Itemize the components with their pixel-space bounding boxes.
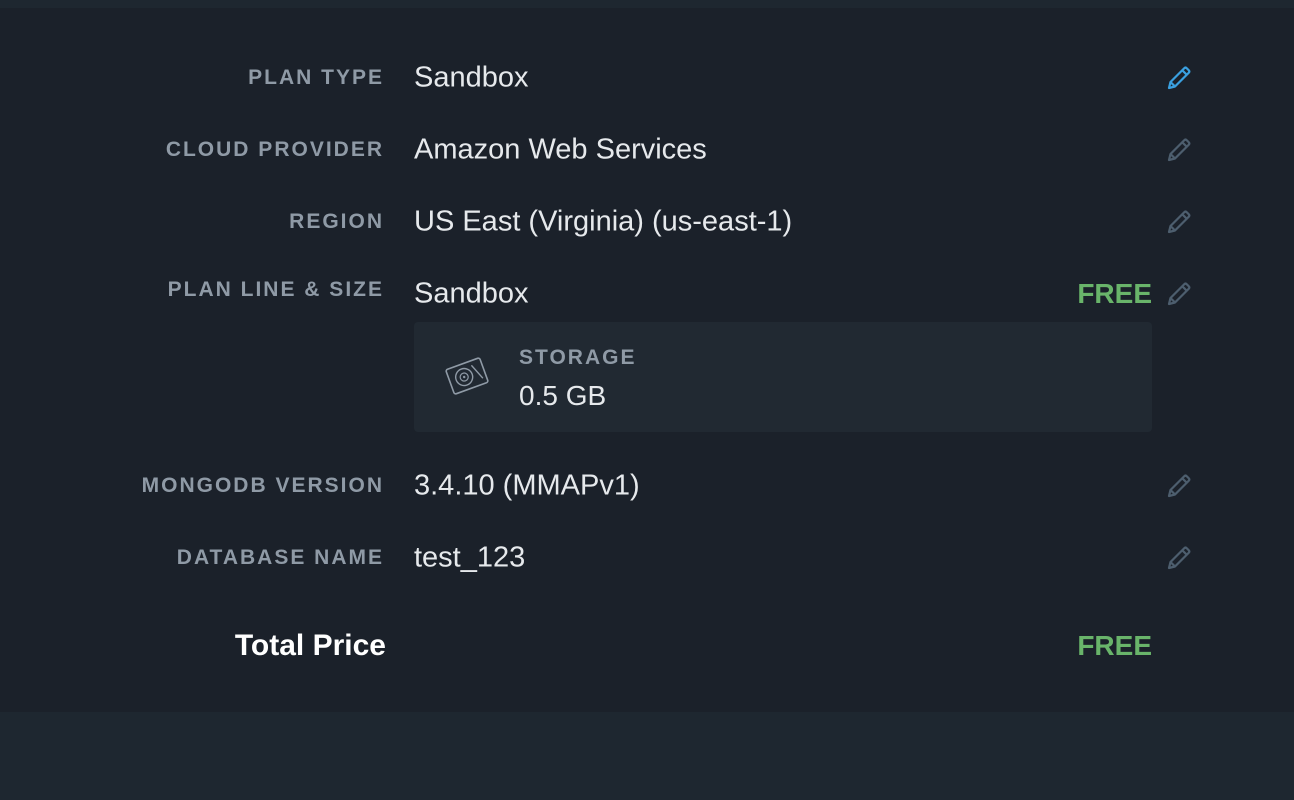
storage-label: STORAGE <box>519 346 637 369</box>
pencil-icon <box>1167 210 1191 234</box>
cloud-provider-label: CLOUD PROVIDER <box>165 138 384 161</box>
mongodb-version-value: 3.4.10 (MMAPv1) <box>414 469 640 502</box>
region-label: REGION <box>289 210 384 233</box>
pencil-icon <box>1167 282 1191 306</box>
footer-area <box>0 712 1294 800</box>
edit-plan-type-button[interactable] <box>1164 63 1194 93</box>
pencil-icon <box>1167 474 1191 498</box>
top-strip <box>0 0 1294 8</box>
total-price-row: Total Price FREE <box>0 626 1294 666</box>
mongodb-version-row: MONGODB VERSION 3.4.10 (MMAPv1) <box>0 466 1294 506</box>
edit-plan-line-size-button[interactable] <box>1164 279 1194 309</box>
plan-type-value: Sandbox <box>414 61 529 94</box>
total-price-label: Total Price <box>234 629 386 662</box>
edit-cloud-provider-button[interactable] <box>1164 135 1194 165</box>
plan-line-size-value: Sandbox <box>414 277 529 310</box>
edit-region-button[interactable] <box>1164 207 1194 237</box>
total-price-value: FREE <box>1077 630 1152 661</box>
plan-line-size-row: PLAN LINE & SIZE Sandbox FREE <box>0 274 1294 314</box>
database-name-label: DATABASE NAME <box>176 546 384 569</box>
database-name-value: test_123 <box>414 541 526 574</box>
plan-type-row: PLAN TYPE Sandbox <box>0 58 1294 98</box>
plan-type-label: PLAN TYPE <box>248 66 384 89</box>
edit-database-name-button[interactable] <box>1164 543 1194 573</box>
storage-value: 0.5 GB <box>519 380 607 411</box>
cloud-provider-value: Amazon Web Services <box>414 133 707 166</box>
hard-drive-icon <box>444 353 490 399</box>
pencil-icon <box>1167 546 1191 570</box>
plan-price-badge: FREE <box>1077 278 1152 309</box>
mongodb-version-label: MONGODB VERSION <box>141 474 384 497</box>
region-row: REGION US East (Virginia) (us-east-1) <box>0 202 1294 242</box>
storage-card: STORAGE 0.5 GB <box>414 322 1152 432</box>
cloud-provider-row: CLOUD PROVIDER Amazon Web Services <box>0 130 1294 170</box>
pencil-icon <box>1167 138 1191 162</box>
database-name-row: DATABASE NAME test_123 <box>0 538 1294 578</box>
edit-mongodb-version-button[interactable] <box>1164 471 1194 501</box>
pencil-icon <box>1167 66 1191 90</box>
plan-line-size-label: PLAN LINE & SIZE <box>167 278 384 301</box>
region-value: US East (Virginia) (us-east-1) <box>414 205 793 238</box>
